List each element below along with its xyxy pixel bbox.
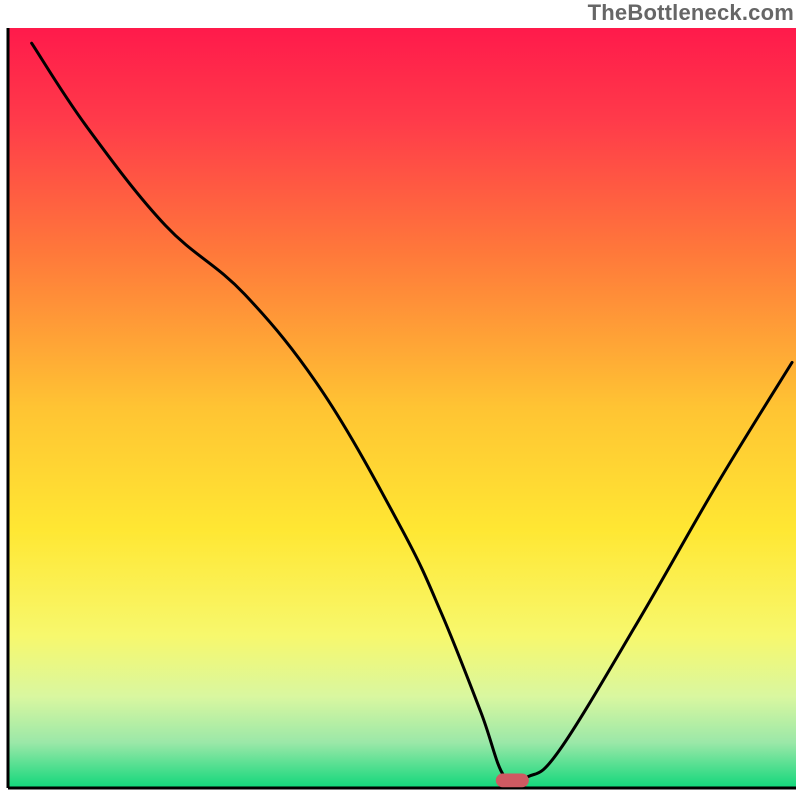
- bottleneck-chart: TheBottleneck.com: [0, 0, 800, 800]
- plot-svg: [0, 0, 800, 800]
- optimal-point-marker: [496, 774, 529, 788]
- gradient-background: [8, 28, 796, 788]
